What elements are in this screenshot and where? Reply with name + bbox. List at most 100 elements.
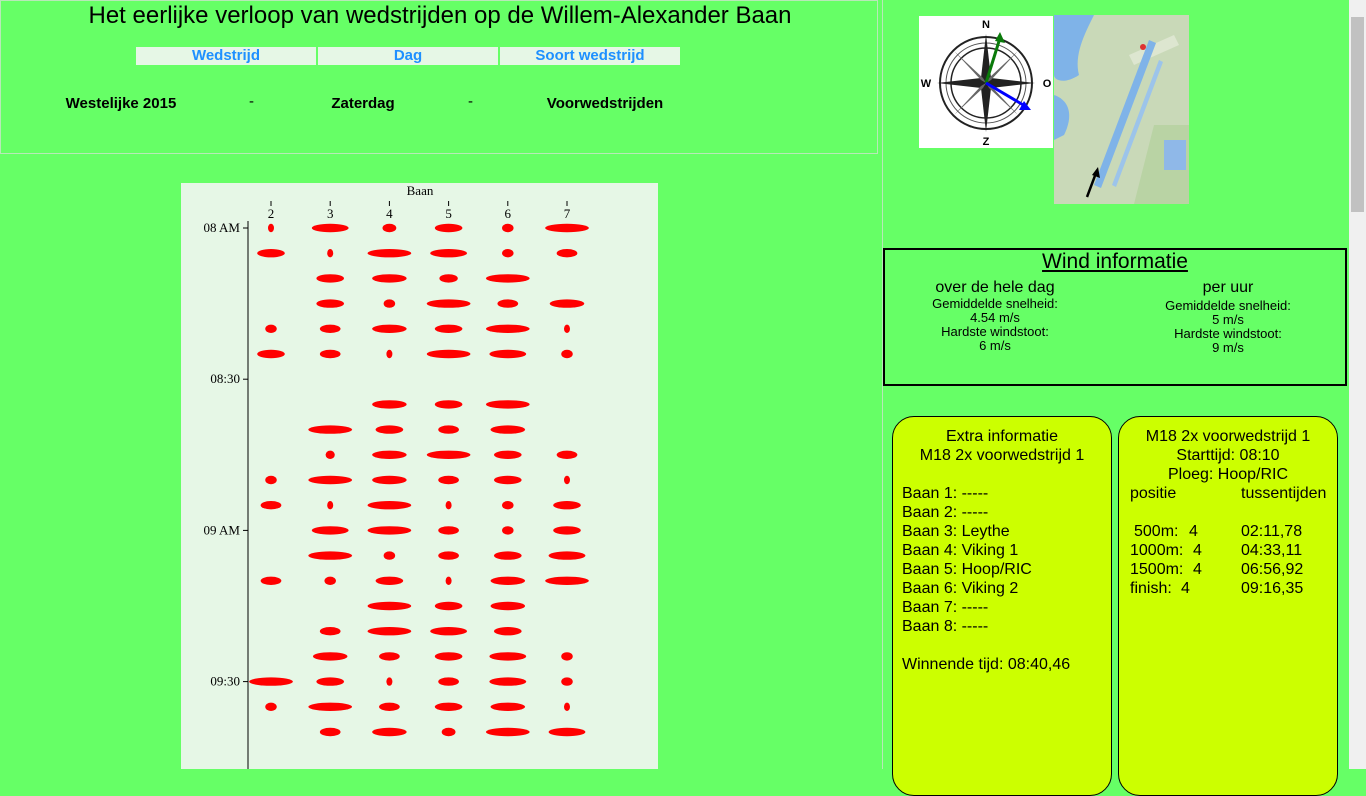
y-tick-label: 08:30 — [210, 371, 240, 386]
wind-title: Wind informatie — [1042, 250, 1188, 273]
scrollbar-thumb[interactable] — [1351, 17, 1364, 212]
split-distance: 500m: — [1134, 523, 1179, 540]
wind-day-heading: over de hele dag — [935, 279, 1055, 296]
lane-marker — [438, 526, 459, 535]
wind-hour-gust-label: Hardste windstoot: — [1174, 326, 1282, 341]
wind-day-gust: 6 m/s — [979, 338, 1011, 353]
x-tick-label: 4 — [386, 206, 393, 221]
lane-marker — [430, 249, 467, 258]
lane-marker — [564, 324, 570, 333]
tab-dag[interactable]: Dag — [318, 47, 498, 65]
selected-soort: Voorwedstrijden — [546, 95, 664, 112]
lane-marker — [502, 223, 514, 233]
lane-marker — [375, 425, 404, 434]
lane-marker — [367, 601, 412, 611]
wind-day-gust-label: Hardste windstoot: — [941, 324, 1049, 339]
lane-marker — [308, 425, 353, 434]
tab-wedstrijd[interactable]: Wedstrijd — [136, 47, 316, 65]
lane-marker — [434, 223, 463, 233]
lane-marker — [316, 299, 344, 308]
lane-marker — [308, 702, 353, 711]
lane-marker — [438, 677, 459, 686]
lane-marker — [311, 223, 349, 233]
detail-race: M18 2x voorwedstrijd 1 — [1145, 428, 1311, 445]
lane-line: Baan 2: ----- — [902, 504, 989, 521]
lane-marker — [257, 249, 285, 258]
y-tick-label: 08 AM — [204, 220, 241, 235]
selected-dag: Zaterdag — [331, 95, 395, 112]
lane-marker — [383, 299, 396, 308]
lane-marker — [545, 576, 589, 585]
lane-marker — [438, 425, 459, 434]
lane-marker — [434, 400, 463, 409]
lane-line: Baan 7: ----- — [902, 599, 989, 616]
lane-marker — [426, 299, 471, 308]
lane-marker — [372, 274, 407, 283]
lane-marker — [265, 475, 277, 485]
lane-marker — [316, 677, 344, 686]
lane-chart: Baan 2 3 4 5 6 7 08 AM 08:30 09 AM 09:30 — [181, 183, 658, 769]
lane-marker — [561, 652, 573, 661]
lane-marker — [556, 450, 578, 459]
lane-marker — [430, 627, 467, 636]
extra-info-title: Extra informatie — [945, 428, 1059, 445]
lane-marker — [489, 652, 527, 661]
lane-marker — [327, 249, 334, 258]
x-tick-label: 7 — [564, 206, 571, 221]
lane-marker — [383, 551, 396, 560]
winning-time: Winnende tijd: 08:40,46 — [902, 656, 1071, 673]
compass-west: W — [921, 78, 932, 90]
lane-marker — [497, 299, 519, 308]
detail-crew: Ploeg: Hoop/RIC — [1167, 466, 1289, 483]
lane-marker — [564, 475, 570, 485]
wind-hour-avg: 5 m/s — [1212, 312, 1244, 327]
race-detail-box: M18 2x voorwedstrijd 1 Starttijd: 08:10 … — [1118, 416, 1338, 796]
split-row: 1000m: 4 04:33,11 — [1119, 541, 1337, 560]
lane-marker — [372, 727, 407, 737]
compass-east: O — [1043, 78, 1052, 90]
lane-marker — [308, 551, 353, 560]
split-distance: 1000m: — [1130, 542, 1184, 559]
lane-marker — [439, 274, 458, 283]
separator: - — [249, 93, 254, 110]
tab-soort-wedstrijd[interactable]: Soort wedstrijd — [500, 47, 680, 65]
lane-marker — [502, 526, 514, 535]
wind-day-avg-label: Gemiddelde snelheid: — [932, 296, 1058, 311]
y-tick-label: 09 AM — [204, 522, 241, 537]
extra-info-race: M18 2x voorwedstrijd 1 — [919, 447, 1085, 464]
lane-marker — [386, 349, 393, 359]
selected-wedstrijd: Westelijke 2015 — [65, 95, 177, 112]
lane-marker — [249, 677, 293, 686]
lane-marker — [434, 324, 463, 333]
lane-marker — [311, 526, 349, 535]
x-tick-label: 3 — [327, 206, 334, 221]
lane-marker — [426, 349, 471, 359]
lane-marker — [260, 501, 282, 510]
compass-north: N — [982, 19, 990, 31]
lane-marker — [434, 702, 463, 711]
lane-marker — [445, 501, 452, 510]
lane-marker — [367, 627, 412, 636]
lane-marker — [438, 551, 459, 560]
compass-south: Z — [983, 136, 990, 148]
col-header-tussentijden: tussentijden — [1241, 485, 1327, 502]
lane-line: Baan 5: Hoop/RIC — [902, 561, 1032, 578]
wind-info-panel: Wind informatie over de hele dag Gemidde… — [883, 248, 1347, 386]
lane-marker — [561, 677, 573, 686]
split-time: 06:56,92 — [1241, 561, 1304, 578]
lane-marker — [494, 450, 522, 459]
wind-day-column: over de hele dag Gemiddelde snelheid: 4.… — [885, 279, 1105, 353]
wind-hour-heading: per uur — [1202, 279, 1254, 296]
header-panel: Het eerlijke verloop van wedstrijden op … — [0, 0, 878, 154]
lane-marker — [265, 702, 277, 711]
split-row: 500m: 4 02:11,78 — [1119, 522, 1337, 541]
lane-chart-svg: Baan 2 3 4 5 6 7 08 AM 08:30 09 AM 09:30 — [204, 183, 589, 769]
wind-hour-avg-label: Gemiddelde snelheid: — [1165, 298, 1291, 313]
lane-marker — [548, 551, 586, 560]
x-axis-label: Baan — [407, 183, 434, 198]
wind-hour-gust: 9 m/s — [1212, 340, 1244, 355]
split-position: 4 — [1189, 523, 1198, 540]
separator: - — [468, 93, 473, 110]
lane-marker — [372, 475, 407, 485]
split-position: 4 — [1193, 561, 1202, 578]
